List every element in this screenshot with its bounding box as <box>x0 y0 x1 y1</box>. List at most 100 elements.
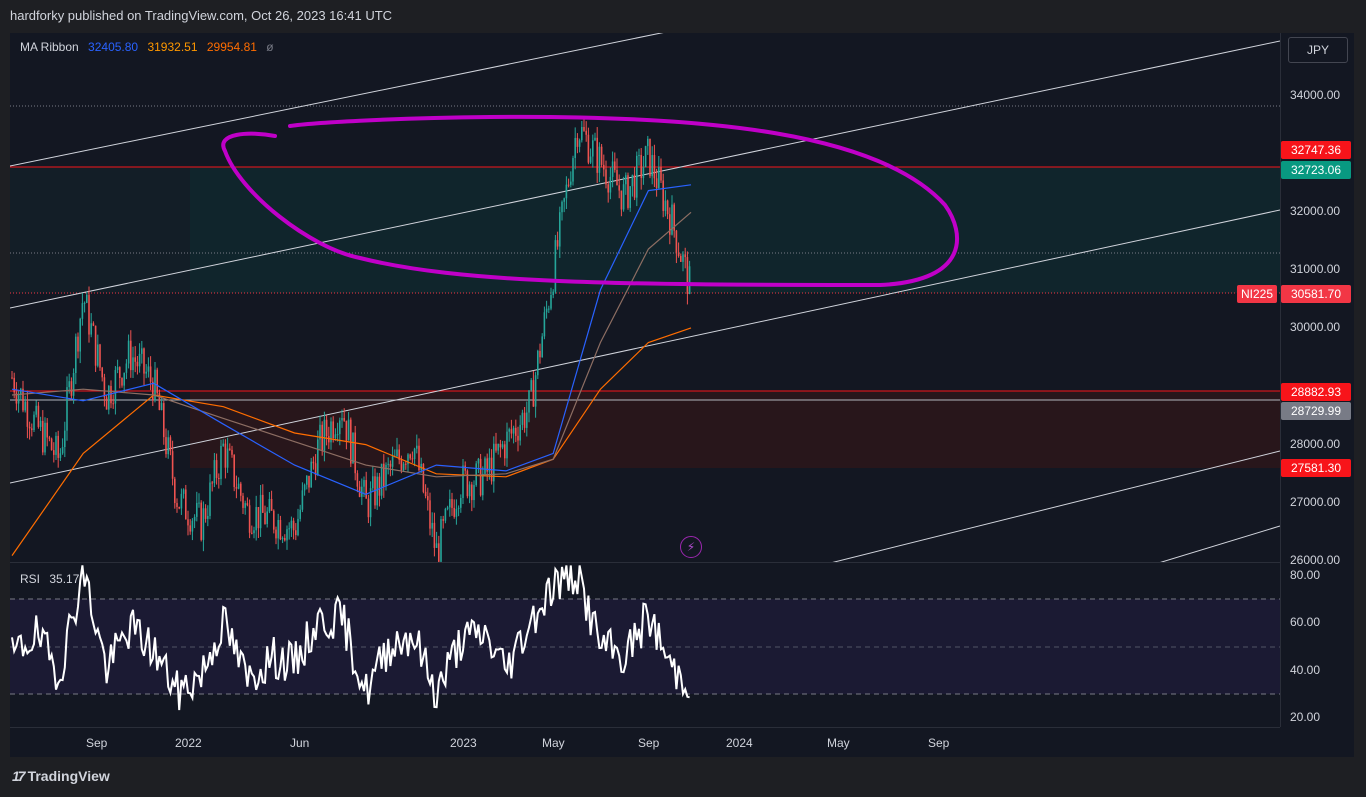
candle-body <box>607 184 609 193</box>
candle-body <box>94 325 97 366</box>
candle-body <box>440 519 442 562</box>
candle-body <box>11 377 13 379</box>
currency-button[interactable]: JPY <box>1288 37 1348 63</box>
candle-body <box>688 266 691 294</box>
candle-body <box>563 198 565 202</box>
candle-body <box>44 422 46 453</box>
tradingview-logo-icon: 17 <box>12 768 26 784</box>
candle-body <box>341 418 343 421</box>
candle-body <box>596 137 598 173</box>
x-tick-label: 2022 <box>175 736 202 750</box>
candle-body <box>367 498 370 518</box>
candle-body <box>171 451 174 479</box>
x-tick-label: Jun <box>290 736 310 750</box>
candle-body <box>35 405 37 415</box>
ma-ribbon-legend[interactable]: MA Ribbon 32405.80 31932.51 29954.81 ø <box>20 40 280 54</box>
candle-body <box>585 130 587 135</box>
candle-body <box>644 146 647 168</box>
candle-body <box>218 477 220 479</box>
candle-body <box>178 506 180 509</box>
candle-body <box>552 291 554 295</box>
candle-body <box>222 443 224 446</box>
y-tick-label: 32000.00 <box>1290 204 1341 218</box>
candle-body <box>310 461 312 488</box>
candle-body <box>130 340 132 371</box>
candle-body <box>541 336 543 358</box>
candle-body <box>46 422 48 438</box>
candle-body <box>343 418 345 421</box>
candle-body <box>402 463 405 471</box>
candle-body <box>508 429 510 432</box>
candle-body <box>92 323 95 326</box>
candle-body <box>99 344 101 368</box>
candle-body <box>517 435 519 441</box>
candle-body <box>339 420 341 435</box>
candle-body <box>297 518 299 536</box>
candle-body <box>37 405 40 427</box>
candle-body <box>31 428 33 431</box>
candle-body <box>176 503 178 507</box>
lightning-icon[interactable]: ⚡ <box>680 536 702 558</box>
x-tick-label: Sep <box>638 736 660 750</box>
candle-body <box>431 522 433 529</box>
candle-body <box>534 375 537 407</box>
candle-body <box>231 449 233 455</box>
candle-body <box>473 485 475 501</box>
candle-body <box>567 184 570 186</box>
candle-body <box>598 146 601 173</box>
candle-body <box>259 494 262 529</box>
candle-body <box>627 175 629 208</box>
candle-body <box>306 475 308 485</box>
candle-body <box>565 184 568 199</box>
candle-body <box>640 154 642 179</box>
candle-body <box>70 381 73 396</box>
candle-body <box>589 156 592 163</box>
candle-body <box>143 348 145 374</box>
price-pane[interactable] <box>10 33 1280 562</box>
candle-body <box>255 507 257 531</box>
price-tag: 28882.93 <box>1281 383 1351 401</box>
candle-body <box>460 498 462 508</box>
candle-body <box>59 453 62 458</box>
x-tick-label: Sep <box>86 736 108 750</box>
candle-body <box>466 470 469 497</box>
candle-body <box>497 443 499 451</box>
candle-body <box>526 412 528 428</box>
y-tick-label: 28000.00 <box>1290 437 1341 451</box>
candle-body <box>578 140 581 147</box>
candle-body <box>277 519 279 539</box>
candle-body <box>618 185 620 191</box>
candle-body <box>264 512 266 524</box>
candle-body <box>136 361 139 367</box>
candle-body <box>620 190 623 210</box>
candle-body <box>308 475 310 488</box>
x-tick-label: 2023 <box>450 736 477 750</box>
candle-body <box>479 458 482 496</box>
candle-body <box>387 463 389 465</box>
footer-brand[interactable]: 17 TradingView <box>12 768 110 784</box>
rsi-legend[interactable]: RSI 35.17 <box>20 572 85 586</box>
candle-body <box>48 437 51 439</box>
candle-body <box>147 366 150 372</box>
candle-body <box>475 463 477 486</box>
price-chart-svg <box>10 33 1280 562</box>
candle-body <box>416 445 418 449</box>
candle-body <box>268 498 271 512</box>
rsi-pane[interactable] <box>10 562 1280 728</box>
candle-body <box>468 484 471 497</box>
legend-name: MA Ribbon <box>20 40 79 54</box>
candle-body <box>389 463 392 467</box>
candle-body <box>200 502 202 540</box>
symbol-tag: NI225 <box>1237 285 1278 303</box>
green-zone <box>190 167 1280 293</box>
candle-body <box>180 493 183 509</box>
candle-body <box>537 350 539 376</box>
y-tick-label: 27000.00 <box>1290 495 1341 509</box>
candle-body <box>543 312 546 337</box>
candle-body <box>629 186 631 208</box>
candle-body <box>609 176 612 193</box>
candle-body <box>642 167 645 179</box>
candle-body <box>438 543 440 562</box>
candle-body <box>611 161 614 177</box>
candle-body <box>75 336 77 373</box>
